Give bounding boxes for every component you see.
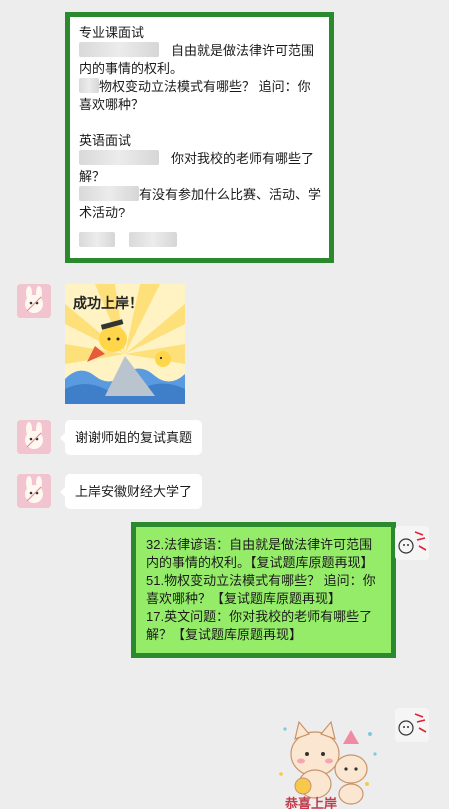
question-4: 有没有参加什么比赛、活动、学术活动? [79,186,322,220]
success-sticker[interactable]: 成功上岸！ [65,284,185,404]
contact-avatar[interactable] [17,284,51,318]
message-bubble[interactable]: 谢谢师姐的复试真题 [59,420,203,455]
section-english: 英语面试 [79,133,132,148]
sticker-caption: 成功上岸！ [73,295,143,312]
reply-line-3: 17.英文问题：你对我校的老师有哪些了解？【复试题库原题再现】 [146,609,373,642]
section-professional: 专业课面试 [79,25,145,40]
rabbit-avatar-icon [17,420,51,454]
sticker-caption: 恭喜上岸 [284,796,337,809]
message-text: 谢谢师姐的复试真题 [75,430,193,445]
contact-avatar[interactable] [17,474,51,508]
blurred-text [79,150,159,165]
reply-bubble[interactable]: 32.法律谚语：自由就是做法律许可范围内的事情的权利。【复试题库原题再现】 51… [131,522,396,658]
message-bubble[interactable]: 上岸安徽财经大学了 [59,474,203,509]
question-2: 物权变动立法模式有哪些？ 追问：你喜欢哪种？ [79,78,311,112]
reply-line-2: 51.物权变动立法模式有哪些？ 追问：你喜欢哪种？【复试题库原题再现】 [146,573,376,606]
blurred-text [79,186,139,201]
blurred-text [79,42,159,57]
exam-questions-card[interactable]: 专业课面试 自由就是做法律许可范围内的事情的权利。 物权变动立法模式有哪些？ 追… [65,12,334,263]
congrats-cat-sticker[interactable]: 恭喜上岸 [275,714,385,809]
blurred-footer [79,232,321,250]
sketch-avatar-icon [395,708,429,742]
question-3: 你对我校的老师有哪些了解？ [79,150,315,184]
question-1: 自由就是做法律许可范围内的事情的权利。 [79,42,315,76]
contact-avatar[interactable] [17,420,51,454]
rabbit-avatar-icon [17,284,51,318]
my-avatar[interactable] [395,708,429,742]
reply-line-1: 32.法律谚语：自由就是做法律许可范围内的事情的权利。【复试题库原题再现】 [146,537,374,570]
my-avatar[interactable] [395,526,429,560]
message-text: 上岸安徽财经大学了 [75,484,193,499]
blurred-text [79,78,99,93]
sketch-avatar-icon [395,526,429,560]
rabbit-avatar-icon [17,474,51,508]
chat-window: 专业课面试 自由就是做法律许可范围内的事情的权利。 物权变动立法模式有哪些？ 追… [0,0,449,809]
